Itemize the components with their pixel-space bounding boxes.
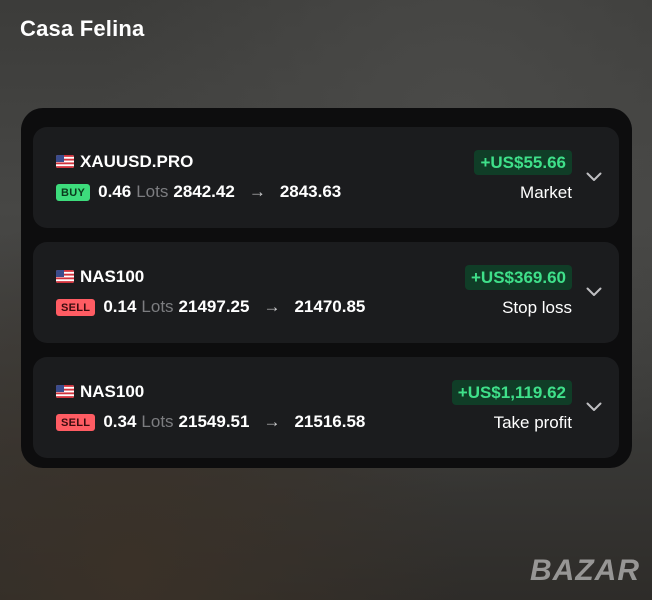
close-price: 2843.63 bbox=[279, 182, 342, 201]
close-reason: Take profit bbox=[493, 413, 572, 432]
trade-card[interactable]: NAS100 SELL 0.34 Lots 21549.51 → 21516.5… bbox=[33, 357, 619, 458]
trade-volume: 0.34 bbox=[103, 412, 137, 431]
trade-details: SELL 0.14 Lots 21497.25 → 21470.85 bbox=[56, 297, 365, 317]
close-reason: Stop loss bbox=[502, 298, 572, 317]
us-flag-icon bbox=[56, 270, 74, 283]
trade-symbol: XAUUSD.PRO bbox=[80, 152, 194, 171]
chevron-down-icon[interactable] bbox=[586, 399, 602, 411]
watermark-logo: BAZAR bbox=[530, 554, 640, 587]
close-price: 21516.58 bbox=[294, 412, 366, 431]
trade-details: BUY 0.46 Lots 2842.42 → 2843.63 bbox=[56, 182, 341, 202]
open-price: 21549.51 bbox=[178, 412, 250, 431]
profit-badge: +US$369.60 bbox=[465, 265, 572, 290]
open-price: 2842.42 bbox=[173, 182, 235, 201]
profit-badge: +US$1,119.62 bbox=[451, 380, 572, 405]
arrow-right-icon: → bbox=[263, 412, 281, 431]
open-price: 21497.25 bbox=[178, 297, 250, 316]
chevron-down-icon[interactable] bbox=[586, 169, 602, 181]
us-flag-icon bbox=[56, 155, 74, 168]
trade-card[interactable]: XAUUSD.PRO BUY 0.46 Lots 2842.42 → 2843.… bbox=[33, 127, 619, 228]
arrow-right-icon: → bbox=[248, 182, 266, 201]
us-flag-icon bbox=[56, 385, 74, 398]
arrow-right-icon: → bbox=[263, 297, 281, 316]
trade-symbol: NAS100 bbox=[80, 382, 145, 401]
page-title: Casa Felina bbox=[20, 16, 145, 41]
lots-label: Lots bbox=[136, 182, 169, 201]
lots-label: Lots bbox=[141, 297, 174, 316]
lots-label: Lots bbox=[141, 412, 174, 431]
close-price: 21470.85 bbox=[294, 297, 366, 316]
closed-trades-panel: XAUUSD.PRO BUY 0.46 Lots 2842.42 → 2843.… bbox=[21, 108, 632, 468]
profit-badge: +US$55.66 bbox=[474, 150, 572, 175]
side-badge: BUY bbox=[56, 183, 91, 201]
side-badge: SELL bbox=[56, 413, 96, 431]
trade-details: SELL 0.34 Lots 21549.51 → 21516.58 bbox=[56, 412, 365, 432]
close-reason: Market bbox=[520, 183, 572, 202]
chevron-down-icon[interactable] bbox=[586, 284, 602, 296]
trade-volume: 0.46 bbox=[98, 182, 132, 201]
side-badge: SELL bbox=[56, 298, 96, 316]
trade-card[interactable]: NAS100 SELL 0.14 Lots 21497.25 → 21470.8… bbox=[33, 242, 619, 343]
trade-symbol: NAS100 bbox=[80, 267, 145, 286]
trade-volume: 0.14 bbox=[103, 297, 137, 316]
